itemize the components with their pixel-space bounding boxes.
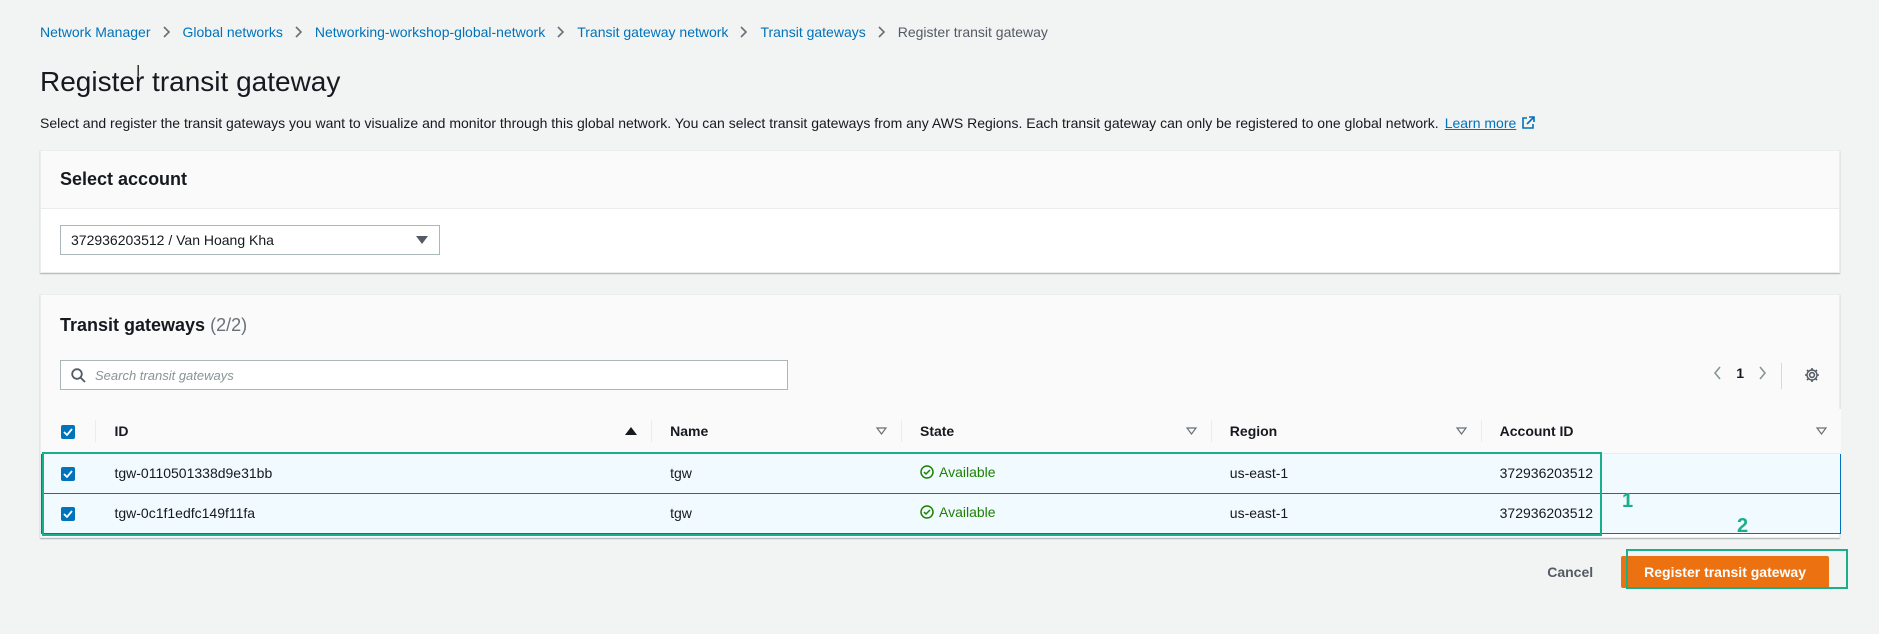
state-label: Available [938,464,996,480]
transit-gateways-panel: Transit gateways (2/2) Search transit ga… [40,294,1841,538]
check-circle-icon [920,505,934,519]
description-text: Select and register the transit gateways… [40,115,1439,131]
column-region-label: Region [1229,422,1278,439]
select-account-title: Select account [60,169,188,189]
cell-region: us-east-1 [1210,452,1481,494]
chevron-right-icon[interactable] [1758,366,1767,380]
column-account-id-label: Account ID [1499,422,1574,439]
annotation-number-2: 2 [1737,515,1749,537]
chevron-right-icon [878,26,886,38]
column-state-label: State [919,422,955,439]
column-header-id[interactable]: ID [95,409,652,454]
select-all-cell [41,409,96,454]
cell-id: tgw-0c1f1edfc149f11fa [95,492,652,534]
search-input[interactable]: Search transit gateways [60,360,788,390]
chevron-right-icon [740,26,748,38]
column-header-region[interactable]: Region [1210,409,1481,454]
gear-icon[interactable] [1804,367,1820,386]
caret-down-icon [416,236,428,244]
column-id-label: ID [114,422,129,439]
table-header-row: ID Name State Region Account ID [41,409,1841,454]
checkbox-checked-icon [62,428,73,436]
breadcrumb-network-manager[interactable]: Network Manager [40,24,151,40]
text-cursor-icon: I [136,63,141,80]
table-row[interactable]: tgw-0c1f1edfc149f11fa tgw Available us-e… [41,492,1841,534]
row-checkbox[interactable] [61,467,75,481]
external-link-icon [1522,116,1536,129]
search-placeholder: Search transit gateways [95,367,234,383]
pager-divider [1781,363,1782,389]
breadcrumb-transit-gateway-network[interactable]: Transit gateway network [577,24,728,40]
annotation-number-1: 1 [1622,490,1634,512]
register-transit-gateway-button[interactable]: Register transit gateway [1621,556,1829,588]
sort-icon [1185,427,1197,435]
row-select-cell [41,452,96,494]
learn-more-label: Learn more [1444,115,1517,131]
cell-name: tgw [651,452,901,494]
pagination: 1 [1713,365,1767,381]
cell-account-id: 372936203512 [1480,492,1841,534]
cell-name: tgw [651,492,901,534]
cell-id: tgw-0110501338d9e31bb [95,452,652,494]
column-header-state[interactable]: State [900,409,1211,454]
select-account-header: Select account [41,151,1839,209]
checkbox-checked-icon [63,470,73,478]
sort-ascending-icon [625,426,638,435]
select-account-panel: Select account 372936203512 / Van Hoang … [40,150,1840,273]
transit-gateways-count: (2/2) [210,315,248,335]
account-select[interactable]: 372936203512 / Van Hoang Kha [60,225,440,255]
transit-gateways-title-text: Transit gateways [60,315,206,335]
breadcrumb-transit-gateways[interactable]: Transit gateways [760,24,865,40]
table-row[interactable]: tgw-0110501338d9e31bb tgw Available us-e… [41,452,1841,494]
breadcrumb: Network Manager Global networks Networki… [40,24,1048,40]
page-description: Select and register the transit gateways… [40,115,1536,131]
cancel-button[interactable]: Cancel [1547,564,1593,580]
search-icon [71,368,86,383]
cell-state: Available [900,492,1211,534]
select-all-checkbox[interactable] [60,424,75,439]
cell-account-id: 372936203512 [1480,452,1841,494]
page-title: Register transit gateway [40,66,341,97]
row-checkbox[interactable] [61,507,75,521]
chevron-left-icon[interactable] [1713,366,1722,380]
transit-gateways-title: Transit gateways (2/2) [60,315,247,336]
chevron-right-icon [162,26,171,38]
column-header-account-id[interactable]: Account ID [1480,409,1841,454]
sort-icon [1455,427,1467,435]
account-select-value: 372936203512 / Van Hoang Kha [71,232,274,248]
sort-icon [1815,427,1827,435]
cell-region: us-east-1 [1210,492,1481,534]
current-page[interactable]: 1 [1736,365,1744,381]
learn-more-link[interactable]: Learn more [1445,115,1536,131]
chevron-right-icon [557,26,565,38]
breadcrumb-current: Register transit gateway [897,24,1048,40]
row-select-cell [41,492,96,534]
column-name-label: Name [670,422,709,439]
sort-icon [875,427,887,435]
breadcrumb-global-network[interactable]: Networking-workshop-global-network [315,24,545,40]
breadcrumb-global-networks[interactable]: Global networks [183,24,283,40]
check-circle-icon [920,465,934,479]
state-label: Available [938,504,996,520]
transit-gateways-table: ID Name State Region Account ID tgw-0110… [41,409,1841,534]
chevron-right-icon [295,26,303,38]
checkbox-checked-icon [63,510,73,518]
form-actions: Cancel Register transit gateway [1547,556,1829,588]
column-header-name[interactable]: Name [651,409,901,454]
cell-state: Available [900,452,1211,494]
